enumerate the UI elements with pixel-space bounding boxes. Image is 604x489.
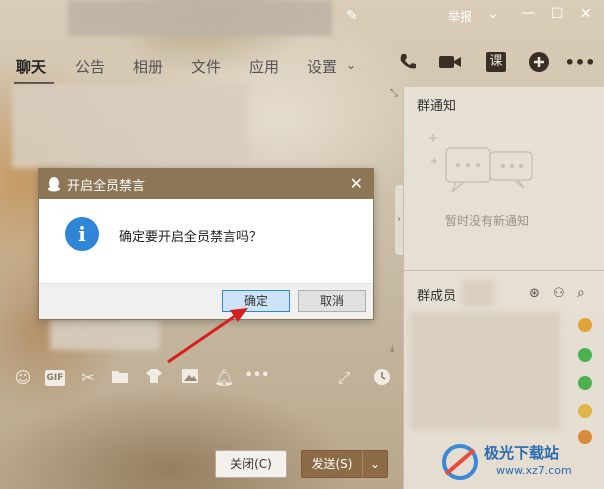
folder-icon[interactable] xyxy=(110,368,130,388)
notice-title: 群通知 xyxy=(417,99,457,114)
notice-empty-text: 暂时没有新通知 xyxy=(445,214,530,228)
expand-icon[interactable]: ⤓ xyxy=(390,343,394,354)
cancel-button[interactable]: 取消 xyxy=(298,290,366,312)
annotation-arrow-icon xyxy=(167,308,248,364)
tab-apps[interactable]: 应用 xyxy=(249,56,279,77)
tab-chat[interactable]: 聊天 xyxy=(16,56,46,77)
phone-icon[interactable] xyxy=(396,50,420,74)
dialog-close-icon[interactable]: ✕ xyxy=(350,174,363,193)
info-icon: i xyxy=(65,217,99,251)
tab-settings[interactable]: 设置 xyxy=(307,56,337,77)
bell-icon[interactable]: 🔔︎ xyxy=(214,368,234,388)
empty-notice-illustration-icon xyxy=(428,130,538,200)
collapse-icon[interactable]: ⤡ xyxy=(390,88,398,99)
history-clock-icon[interactable] xyxy=(372,368,392,388)
screenshot-scissors-icon[interactable]: ✂ xyxy=(78,368,98,388)
add-app-icon[interactable] xyxy=(527,50,551,74)
send-button[interactable]: 发送(S) xyxy=(301,450,363,478)
fullscreen-icon[interactable]: ⤢ xyxy=(334,368,354,388)
chat-message-redacted xyxy=(12,84,248,168)
image-icon[interactable] xyxy=(180,368,200,388)
chat-message-redacted xyxy=(50,318,160,350)
edit-icon[interactable]: ✎ xyxy=(346,8,358,24)
send-options-chevron-icon[interactable]: ⌄ xyxy=(362,450,388,478)
dialog-message: 确定要开启全员禁言吗？ xyxy=(119,230,263,245)
qq-penguin-icon xyxy=(48,177,60,192)
chevron-down-icon[interactable]: ⌄ xyxy=(487,6,499,22)
add-member-icon[interactable]: ⚇ xyxy=(553,286,565,301)
member-list-redacted xyxy=(410,312,560,430)
video-icon[interactable] xyxy=(438,50,462,74)
member-star-icon xyxy=(578,404,592,418)
member-count-redacted xyxy=(462,280,494,306)
class-icon-label: 课 xyxy=(486,52,506,72)
divider xyxy=(403,270,604,271)
more-icon[interactable]: ••• xyxy=(565,50,596,74)
member-admin-icon xyxy=(578,348,592,362)
emoji-icon[interactable]: ☺ xyxy=(13,368,33,388)
report-link[interactable]: 举报 xyxy=(448,8,472,25)
settings-chevron-icon[interactable]: ⌄ xyxy=(346,58,356,72)
side-collapse-handle[interactable]: › xyxy=(395,185,403,255)
close-icon[interactable]: ✕ xyxy=(580,6,592,22)
more-tools-icon[interactable]: ••• xyxy=(244,368,270,388)
dialog-header: 开启全员禁言 ✕ xyxy=(39,169,373,199)
tab-announcement[interactable]: 公告 xyxy=(75,56,105,77)
mute-all-dialog: 开启全员禁言 ✕ i 确定要开启全员禁言吗？ 确定 取消 xyxy=(38,168,374,320)
minimize-icon[interactable]: — xyxy=(521,5,535,21)
close-button[interactable]: 关闭(C) xyxy=(215,450,287,478)
member-owner-icon xyxy=(578,318,592,332)
shirt-icon[interactable] xyxy=(144,368,164,388)
member-admin-icon xyxy=(578,376,592,390)
member-icon xyxy=(578,430,592,444)
tab-files[interactable]: 文件 xyxy=(191,56,221,77)
group-name-redacted xyxy=(68,0,332,36)
gif-icon[interactable]: GIF xyxy=(45,370,65,386)
maximize-icon[interactable]: ☐ xyxy=(551,6,564,22)
search-icon[interactable]: ⌕ xyxy=(577,285,585,301)
dialog-title: 开启全员禁言 xyxy=(67,178,146,194)
tab-album[interactable]: 相册 xyxy=(133,56,163,77)
class-icon[interactable]: 课 xyxy=(484,50,508,74)
member-settings-icon[interactable]: ⊛ xyxy=(529,286,540,301)
members-title: 群成员 xyxy=(417,289,457,304)
